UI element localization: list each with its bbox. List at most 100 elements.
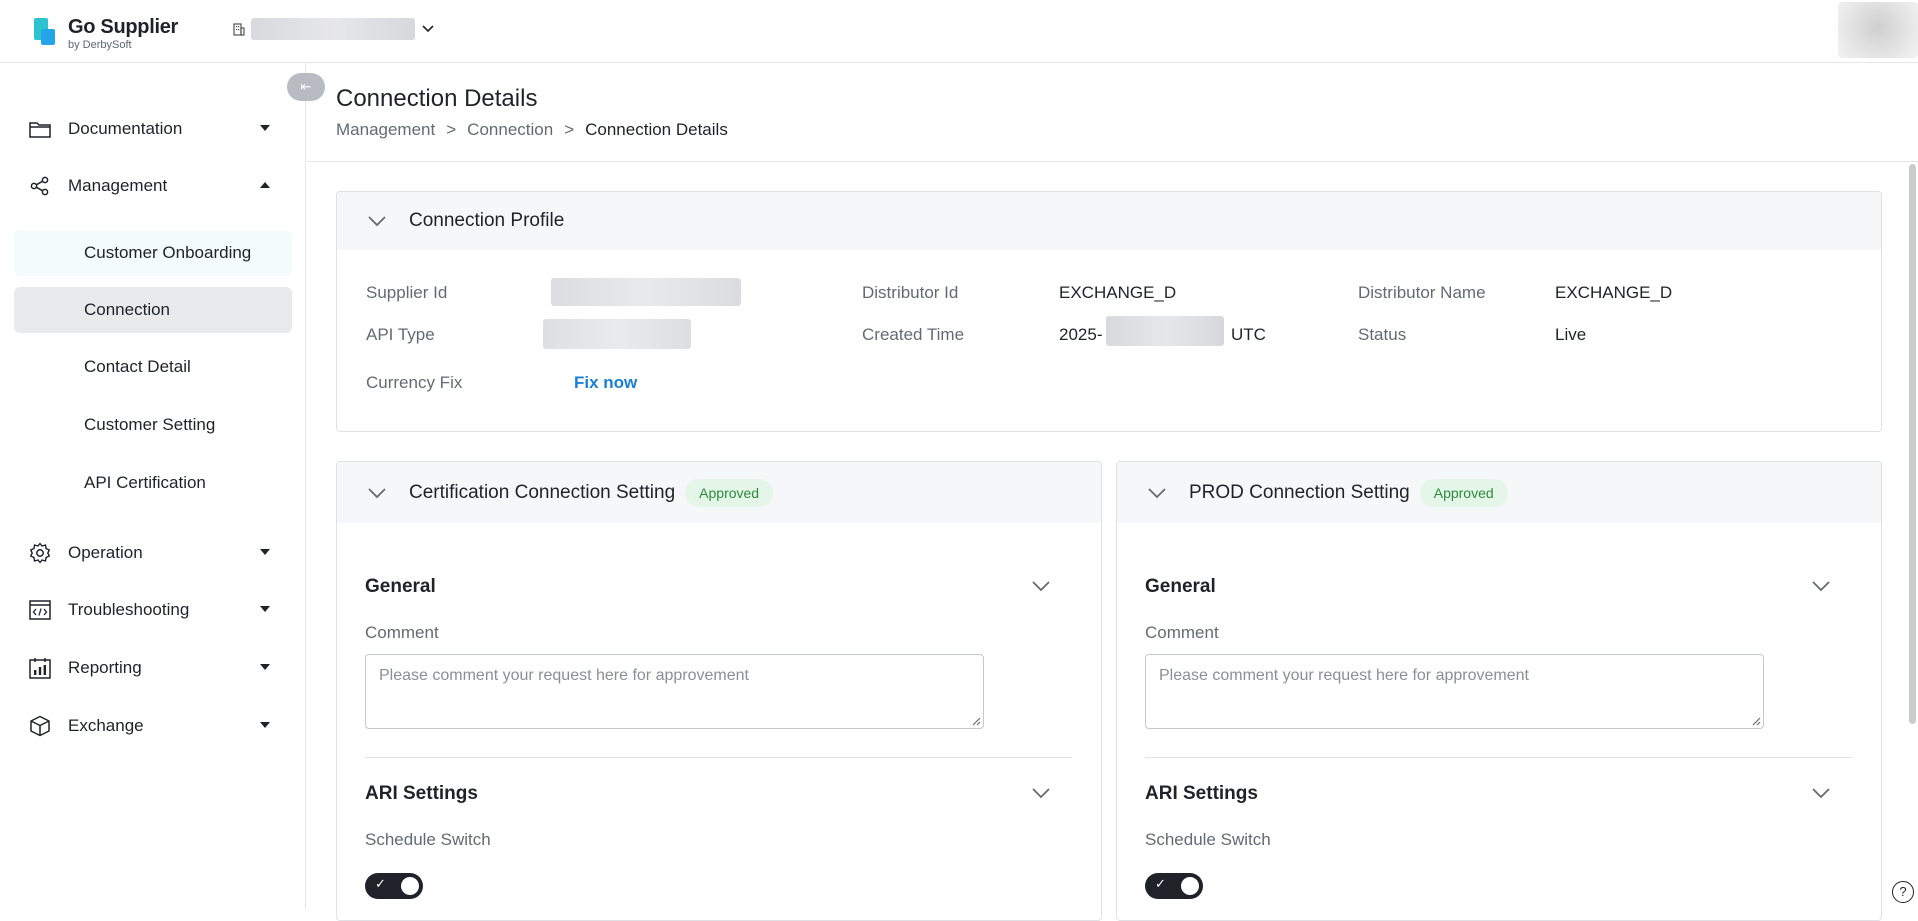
building-icon	[233, 23, 245, 36]
sidebar-subitem-label: Connection	[84, 300, 171, 319]
status-badge: Approved	[685, 478, 774, 507]
chevron-down-icon	[368, 216, 386, 227]
caret-down-icon	[260, 722, 270, 728]
check-icon: ✓	[375, 876, 386, 891]
supplier-id-value-redacted	[551, 278, 741, 306]
gear-icon	[28, 541, 52, 565]
connection-profile-card: Connection Profile Supplier Id API Type …	[336, 191, 1882, 432]
general-section-title: General	[1145, 576, 1216, 597]
sidebar-subitem-api-certification[interactable]: API Certification	[14, 460, 292, 506]
schedule-switch-toggle[interactable]: ✓	[1145, 873, 1203, 899]
schedule-switch-toggle[interactable]: ✓	[365, 873, 423, 899]
breadcrumb-separator: >	[446, 120, 457, 139]
sidebar-item-documentation[interactable]: Documentation	[14, 106, 292, 152]
collapse-arrow-icon: ⇤	[300, 79, 312, 94]
status-value: Live	[1555, 325, 1587, 344]
organization-name-redacted	[251, 18, 415, 40]
check-icon: ✓	[1155, 876, 1166, 891]
sidebar-item-exchange[interactable]: Exchange	[14, 703, 292, 749]
breadcrumb-separator: >	[564, 120, 575, 139]
prod-connection-setting-card: PROD Connection Setting Approved General…	[1116, 461, 1882, 921]
folder-icon	[28, 117, 52, 141]
sidebar-item-management[interactable]: Management	[14, 163, 292, 209]
cube-icon	[28, 714, 52, 738]
sidebar-subitem-label: Contact Detail	[84, 357, 191, 376]
logo-mark-icon	[34, 18, 56, 46]
top-bar: Go Supplier by DerbySoft	[0, 0, 1918, 63]
sidebar-item-label: Troubleshooting	[68, 600, 190, 619]
sidebar-subitem-customer-onboarding[interactable]: Customer Onboarding	[14, 230, 292, 276]
bar-chart-calendar-icon	[28, 656, 52, 680]
created-time-value-redacted	[1106, 316, 1224, 346]
card-title: Connection Profile	[409, 210, 565, 231]
card-title: PROD Connection Setting	[1189, 481, 1410, 503]
status-label: Status	[1358, 325, 1407, 344]
caret-down-icon	[260, 606, 270, 612]
chevron-down-icon[interactable]	[1031, 787, 1051, 799]
chevron-down-icon[interactable]	[1031, 580, 1051, 592]
distributor-id-value: EXCHANGE_D	[1059, 283, 1177, 302]
schedule-switch-label: Schedule Switch	[365, 830, 491, 849]
organization-switcher[interactable]	[232, 18, 435, 40]
sidebar-item-operation[interactable]: Operation	[14, 530, 292, 576]
breadcrumb-item-management[interactable]: Management	[336, 120, 435, 140]
caret-up-icon	[260, 182, 270, 188]
schedule-switch-label: Schedule Switch	[1145, 830, 1271, 849]
supplier-id-label: Supplier Id	[366, 283, 448, 302]
comment-textarea[interactable]: Please comment your request here for app…	[365, 654, 984, 729]
section-divider	[365, 757, 1072, 758]
sidebar-subitem-label: Customer Onboarding	[84, 243, 252, 262]
sidebar-item-label: Operation	[68, 543, 143, 562]
fix-now-link[interactable]: Fix now	[574, 373, 637, 393]
code-window-icon	[28, 598, 52, 622]
sidebar-subitem-connection[interactable]: Connection	[14, 287, 292, 333]
created-time-label: Created Time	[862, 325, 965, 344]
comment-label: Comment	[365, 623, 439, 642]
status-badge: Approved	[1419, 478, 1508, 507]
certification-setting-header[interactable]: Certification Connection Setting Approve…	[337, 462, 1101, 523]
distributor-name-value: EXCHANGE_D	[1555, 283, 1673, 302]
breadcrumb-item-connection[interactable]: Connection	[467, 120, 553, 140]
certification-connection-setting-card: Certification Connection Setting Approve…	[336, 461, 1102, 921]
sidebar-item-label: Reporting	[68, 658, 142, 677]
main-content: Connection Details Management > Connecti…	[307, 63, 1918, 921]
resize-handle-icon[interactable]	[1751, 716, 1761, 726]
comment-textarea[interactable]: Please comment your request here for app…	[1145, 654, 1764, 729]
sidebar-subitem-contact-detail[interactable]: Contact Detail	[14, 344, 292, 390]
caret-down-icon	[260, 549, 270, 555]
chevron-down-icon[interactable]	[1811, 787, 1831, 799]
resize-handle-icon[interactable]	[971, 716, 981, 726]
ari-settings-section-title: ARI Settings	[1145, 783, 1258, 804]
comment-placeholder: Please comment your request here for app…	[379, 667, 749, 684]
toggle-knob	[401, 877, 419, 895]
card-title: Certification Connection Setting	[409, 481, 676, 503]
chevron-down-icon	[368, 487, 386, 498]
prod-setting-header[interactable]: PROD Connection Setting Approved	[1117, 462, 1881, 523]
distributor-name-label: Distributor Name	[1358, 283, 1486, 302]
section-divider	[1145, 757, 1852, 758]
created-time-suffix: UTC	[1231, 325, 1266, 344]
app-subtitle: by DerbySoft	[68, 39, 132, 51]
app-logo[interactable]: Go Supplier by DerbySoft	[34, 16, 178, 51]
help-icon[interactable]: ?	[1892, 881, 1914, 903]
sidebar-subitem-label: API Certification	[84, 473, 206, 492]
sidebar-item-label: Exchange	[68, 716, 144, 735]
vertical-scrollbar[interactable]	[1909, 164, 1916, 724]
sidebar-subitem-customer-setting[interactable]: Customer Setting	[14, 402, 292, 448]
sidebar-item-label: Documentation	[68, 119, 183, 138]
created-time-prefix: 2025-	[1059, 325, 1103, 344]
chevron-down-icon	[422, 25, 434, 33]
api-type-value-redacted	[543, 319, 691, 349]
sidebar-item-reporting[interactable]: Reporting	[14, 645, 292, 691]
collapse-sidebar-button[interactable]: ⇤	[287, 73, 325, 101]
breadcrumb: Management > Connection > Connection Det…	[336, 120, 728, 140]
share-nodes-icon	[28, 174, 52, 198]
caret-down-icon	[260, 664, 270, 670]
sidebar: Documentation Management Customer Onboar…	[0, 63, 306, 909]
chevron-down-icon[interactable]	[1811, 580, 1831, 592]
general-section-title: General	[365, 576, 436, 597]
ari-settings-section-title: ARI Settings	[365, 783, 478, 804]
user-avatar[interactable]	[1838, 2, 1918, 58]
connection-profile-header[interactable]: Connection Profile	[337, 192, 1881, 250]
sidebar-item-troubleshooting[interactable]: Troubleshooting	[14, 587, 292, 633]
